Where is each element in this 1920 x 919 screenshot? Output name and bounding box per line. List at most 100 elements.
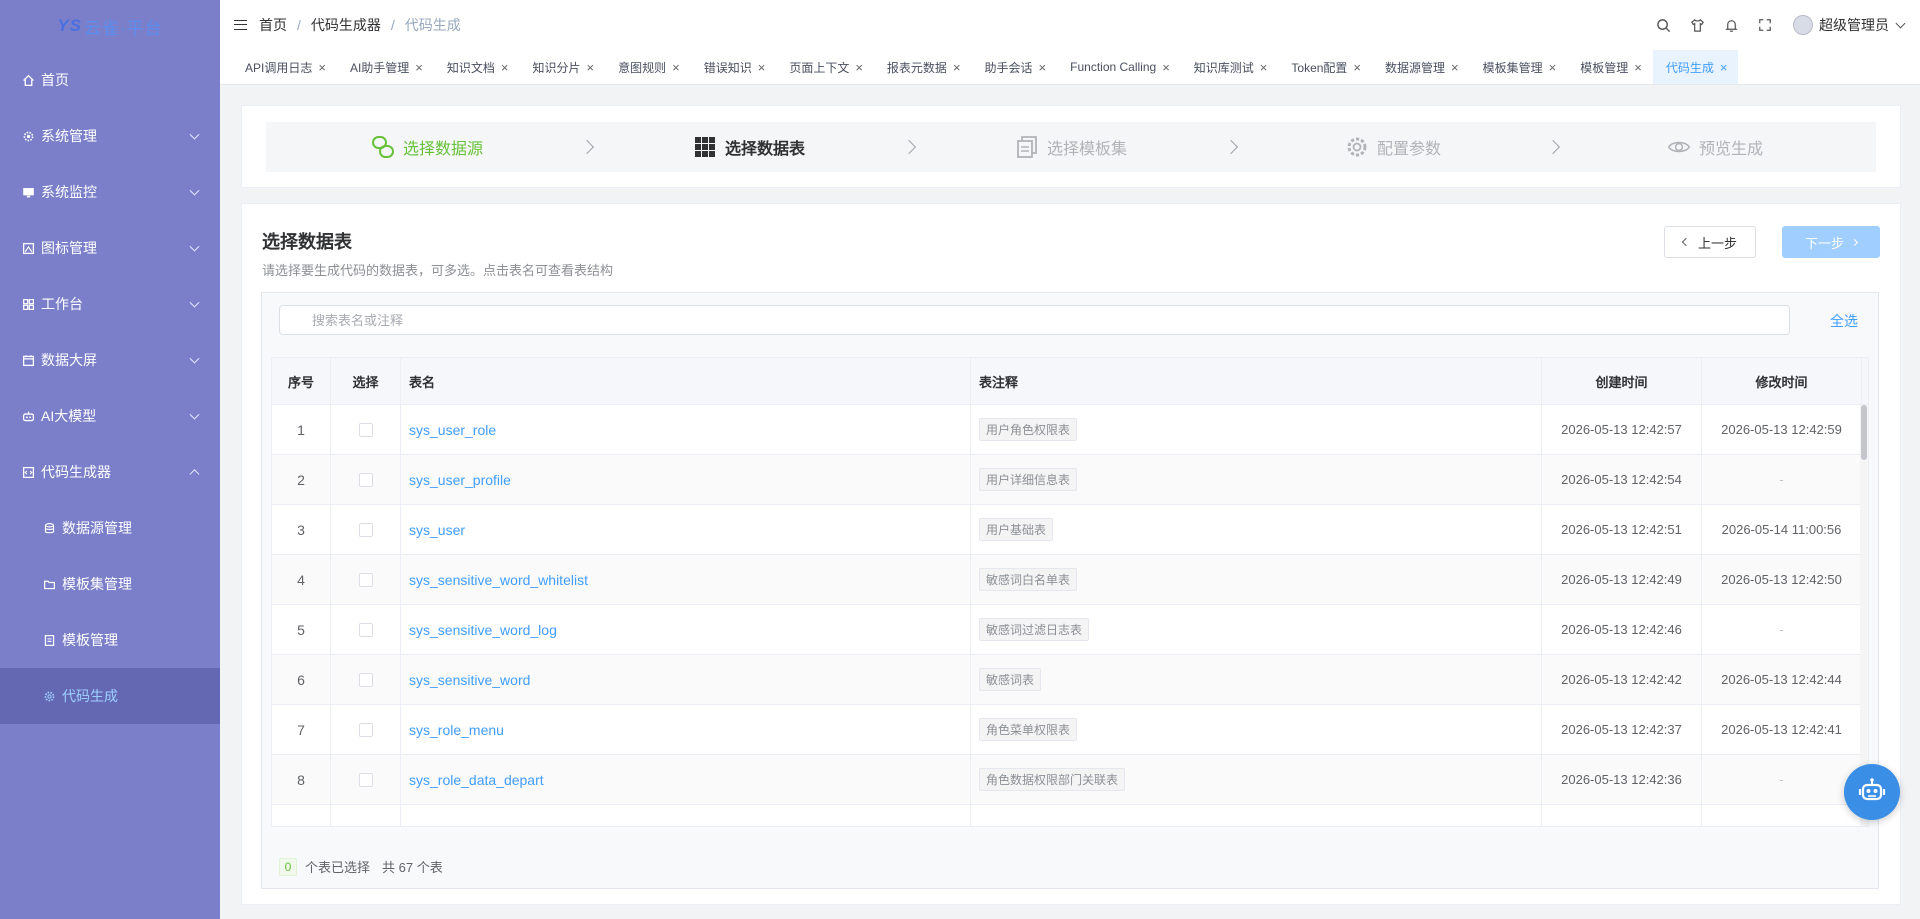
next-step-button[interactable]: 下一步 <box>1782 226 1880 258</box>
row-checkbox[interactable] <box>358 772 373 787</box>
app-logo[interactable]: YS 云雀·平台 <box>0 0 220 52</box>
table-row[interactable]: 6 sys_sensitive_word 敏感词表 2026-05-13 12:… <box>272 655 1868 705</box>
ai-assistant-button[interactable] <box>1844 764 1900 820</box>
tab-page-context[interactable]: 页面上下文 × <box>776 50 874 84</box>
row-index: 7 <box>272 705 331 754</box>
close-icon[interactable]: × <box>587 60 595 75</box>
bell-icon[interactable] <box>1723 17 1739 33</box>
sidebar-item-home[interactable]: 首页 <box>0 52 220 108</box>
sidebar-item-workbench[interactable]: 工作台 <box>0 276 220 332</box>
tab-templates[interactable]: 模板管理 × <box>1567 50 1653 84</box>
sidebar-item-datasource[interactable]: 数据源管理 <box>0 500 220 556</box>
close-icon[interactable]: × <box>1451 60 1459 75</box>
table-name-link[interactable]: sys_sensitive_word_whitelist <box>409 572 588 588</box>
sidebar-item-monitor[interactable]: 系统监控 <box>0 164 220 220</box>
sidebar-item-code-generator[interactable]: 代码生成器 <box>0 444 220 500</box>
sidebar-item-system[interactable]: 系统管理 <box>0 108 220 164</box>
tab-code-generate[interactable]: 代码生成 × <box>1652 50 1739 84</box>
row-index: 6 <box>272 655 331 704</box>
table-name-link[interactable]: sys_role_menu <box>409 722 504 738</box>
prev-step-button[interactable]: 上一步 <box>1664 226 1756 258</box>
table-name-link[interactable]: sys_user <box>409 522 465 538</box>
breadcrumb-item[interactable]: 首页 <box>259 15 287 35</box>
column-header: 创建时间 <box>1542 358 1702 404</box>
page-title: 选择数据表 <box>262 232 352 252</box>
shirt-icon[interactable] <box>1689 17 1705 33</box>
breadcrumb-item[interactable]: 代码生成器 <box>311 15 381 35</box>
table-name-link[interactable]: sys_role_data_depart <box>409 772 544 788</box>
close-icon[interactable]: × <box>1260 60 1268 75</box>
step-select-datasource[interactable]: 选择数据源 <box>266 122 595 172</box>
tab-knowledge-docs[interactable]: 知识文档 × <box>434 50 520 84</box>
tab-token-config[interactable]: Token配置 × <box>1278 50 1372 84</box>
row-index: 5 <box>272 605 331 654</box>
close-icon[interactable]: × <box>1549 60 1557 75</box>
table-row[interactable]: 2 sys_user_profile 用户详细信息表 2026-05-13 12… <box>272 455 1868 505</box>
row-checkbox[interactable] <box>358 522 373 537</box>
row-checkbox[interactable] <box>358 672 373 687</box>
close-icon[interactable]: × <box>1039 60 1047 75</box>
step-preview-generate[interactable]: 预览生成 <box>1554 122 1876 172</box>
close-icon[interactable]: × <box>415 60 423 75</box>
table-row[interactable]: 5 sys_sensitive_word_log 敏感词过滤日志表 2026-0… <box>272 605 1868 655</box>
table-row[interactable]: 3 sys_user 用户基础表 2026-05-13 12:42:51 202… <box>272 505 1868 555</box>
tab-datasource[interactable]: 数据源管理 × <box>1372 50 1470 84</box>
sidebar-item-templates[interactable]: 模板管理 <box>0 612 220 668</box>
tab-report-metadata[interactable]: 报表元数据 × <box>874 50 972 84</box>
tab-api-logs[interactable]: API调用日志 × <box>232 50 337 84</box>
sidebar-item-template-sets[interactable]: 模板集管理 <box>0 556 220 612</box>
search-icon[interactable] <box>1655 17 1671 33</box>
tab-assistant-sessions[interactable]: 助手会话 × <box>972 50 1058 84</box>
tab-error-knowledge[interactable]: 错误知识 × <box>691 50 777 84</box>
step-select-table[interactable]: 选择数据表 <box>588 122 917 172</box>
close-icon[interactable]: × <box>758 60 766 75</box>
scrollbar-thumb[interactable] <box>1861 405 1867 460</box>
avatar[interactable] <box>1793 15 1813 35</box>
close-icon[interactable]: × <box>953 60 961 75</box>
step-select-template-set[interactable]: 选择模板集 <box>910 122 1239 172</box>
chevron-down-icon[interactable] <box>1895 18 1906 28</box>
table-comment-tag: 敏感词白名单表 <box>979 568 1078 591</box>
close-icon[interactable]: × <box>855 60 863 75</box>
table-row[interactable]: 7 sys_role_menu 角色菜单权限表 2026-05-13 12:42… <box>272 705 1868 755</box>
sidebar-item-datascreen[interactable]: 数据大屏 <box>0 332 220 388</box>
close-icon[interactable]: × <box>1353 60 1361 75</box>
table-row-partial[interactable] <box>272 805 1868 826</box>
row-checkbox[interactable] <box>358 422 373 437</box>
table-name-link[interactable]: sys_sensitive_word <box>409 672 530 688</box>
close-icon[interactable]: × <box>1720 60 1728 75</box>
row-checkbox[interactable] <box>358 622 373 637</box>
search-input[interactable] <box>279 305 1790 335</box>
row-checkbox[interactable] <box>358 572 373 587</box>
row-checkbox[interactable] <box>358 722 373 737</box>
table-panel: 全选 序号 选择 表名 表注释 创建时间 修改时间 1 sys_user_rol… <box>261 292 1879 889</box>
tab-intent-rules[interactable]: 意图规则 × <box>605 50 691 84</box>
step-label: 预览生成 <box>1698 141 1763 158</box>
hamburger-icon[interactable] <box>234 20 247 30</box>
table-name-link[interactable]: sys_user_role <box>409 422 496 438</box>
table-name-link[interactable]: sys_sensitive_word_log <box>409 622 557 638</box>
close-icon[interactable]: × <box>501 60 509 75</box>
tab-kb-test[interactable]: 知识库测试 × <box>1181 50 1279 84</box>
close-icon[interactable]: × <box>318 60 326 75</box>
table-row[interactable]: 4 sys_sensitive_word_whitelist 敏感词白名单表 2… <box>272 555 1868 605</box>
select-all-link[interactable]: 全选 <box>1830 311 1858 331</box>
tab-label: 知识文档 <box>446 60 495 75</box>
tab-template-sets[interactable]: 模板集管理 × <box>1470 50 1568 84</box>
close-icon[interactable]: × <box>1634 60 1642 75</box>
row-checkbox[interactable] <box>358 472 373 487</box>
tab-ai-assistant[interactable]: AI助手管理 × <box>337 50 434 84</box>
tab-function-calling[interactable]: Function Calling × <box>1057 50 1181 84</box>
close-icon[interactable]: × <box>672 60 680 75</box>
tab-knowledge-chunks[interactable]: 知识分片 × <box>519 50 605 84</box>
sidebar-item-icons[interactable]: 图标管理 <box>0 220 220 276</box>
table-row[interactable]: 8 sys_role_data_depart 角色数据权限部门关联表 2026-… <box>272 755 1868 805</box>
close-icon[interactable]: × <box>1162 60 1170 75</box>
step-configure-params[interactable]: 配置参数 <box>1232 122 1561 172</box>
table-name-link[interactable]: sys_user_profile <box>409 472 511 488</box>
fullscreen-icon[interactable] <box>1757 17 1773 33</box>
table-row[interactable]: 1 sys_user_role 用户角色权限表 2026-05-13 12:42… <box>272 405 1868 455</box>
username[interactable]: 超级管理员 <box>1819 15 1889 35</box>
sidebar-item-ai-model[interactable]: AI大模型 <box>0 388 220 444</box>
sidebar-item-code-generate[interactable]: 代码生成 <box>0 668 220 724</box>
